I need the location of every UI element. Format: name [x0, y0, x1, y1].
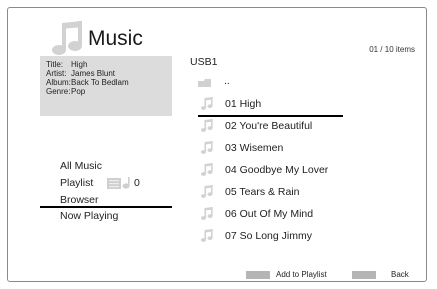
list-item[interactable]: 03 Wisemen [198, 138, 343, 158]
item-count: 01 / 10 items [369, 45, 415, 54]
parent-folder-label: .. [224, 75, 230, 87]
track-name: 03 Wisemen [225, 142, 284, 154]
track-name: 02 You're Beautiful [225, 120, 313, 132]
info-row-artist: Artist: James Blunt [46, 69, 115, 78]
info-value: High [71, 60, 88, 69]
music-file-icon [201, 141, 213, 154]
music-file-icon [201, 185, 213, 198]
list-item[interactable]: 02 You're Beautiful [198, 116, 343, 136]
add-to-playlist-label: Add to Playlist [276, 270, 327, 279]
back-button[interactable] [352, 271, 376, 279]
list-item[interactable]: 01 High [198, 94, 343, 114]
menu-item-browser[interactable]: Browser [60, 194, 99, 206]
menu-item-now-playing[interactable]: Now Playing [60, 210, 118, 222]
info-value: Pop [71, 87, 86, 96]
list-item[interactable]: 06 Out Of My Mind [198, 204, 343, 224]
add-to-playlist-button[interactable] [246, 271, 270, 279]
music-file-icon [201, 229, 213, 242]
list-item[interactable]: 07 So Long Jimmy [198, 226, 343, 246]
back-label: Back [391, 270, 409, 279]
folder-up-icon [198, 79, 211, 87]
info-label: Genre: [46, 87, 71, 96]
music-note-icon [52, 21, 82, 55]
track-name: 01 High [225, 98, 262, 110]
track-name: 06 Out Of My Mind [225, 208, 314, 220]
playlist-icon [107, 177, 130, 189]
current-path: USB1 [190, 56, 218, 68]
menu-item-all-music[interactable]: All Music [60, 160, 102, 172]
music-file-icon [201, 207, 213, 220]
info-value: Back To Bedlam [71, 78, 129, 87]
music-file-icon [201, 119, 213, 132]
track-info-panel: Title: High Artist: James Blunt Album:Back… [40, 56, 172, 116]
menu-item-playlist[interactable]: Playlist [60, 177, 93, 189]
info-label: Title: [46, 60, 64, 69]
menu-selection-line [40, 206, 172, 208]
info-row-genre: Genre:Pop [46, 87, 85, 96]
info-row-title: Title: High [46, 60, 87, 69]
page-title: Music [88, 27, 143, 50]
parent-folder-row[interactable]: .. [198, 75, 238, 88]
info-label: Artist: [46, 69, 67, 78]
track-name: 07 So Long Jimmy [225, 230, 312, 242]
playlist-count: 0 [134, 177, 140, 189]
track-name: 04 Goodbye My Lover [225, 164, 329, 176]
list-item[interactable]: 05 Tears & Rain [198, 182, 343, 202]
list-item[interactable]: 04 Goodbye My Lover [198, 160, 343, 180]
track-name: 05 Tears & Rain [225, 186, 300, 198]
music-file-icon [201, 97, 213, 110]
music-file-icon [201, 163, 213, 176]
info-label: Album: [46, 78, 71, 87]
info-value: James Blunt [71, 69, 116, 78]
info-row-album: Album:Back To Bedlam [46, 78, 129, 87]
